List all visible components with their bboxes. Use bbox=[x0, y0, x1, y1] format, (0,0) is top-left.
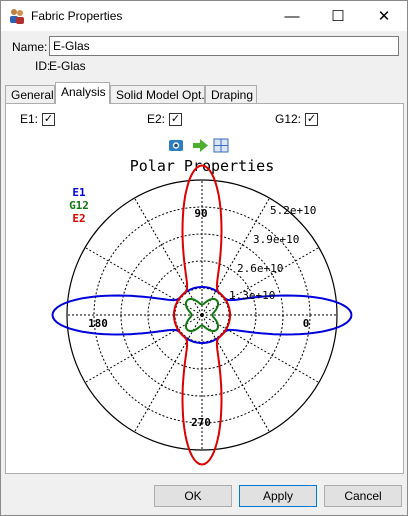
angle-label-270: 270 bbox=[191, 416, 211, 429]
polar-plot-area: Polar Properties E1 G12 E2 90 180 0 270 … bbox=[14, 134, 395, 466]
radial-label-2: 2.6e+10 bbox=[237, 262, 283, 275]
window-title: Fabric Properties bbox=[31, 9, 123, 23]
analysis-panel: E1: ✓ E2: ✓ G12: ✓ Polar Properties E1 G… bbox=[5, 103, 404, 474]
cancel-button[interactable]: Cancel bbox=[324, 485, 402, 507]
radial-label-1: 1.3e+10 bbox=[229, 289, 275, 302]
id-value: E-Glas bbox=[49, 59, 86, 73]
polar-grid bbox=[66, 179, 338, 451]
people-icon bbox=[10, 9, 24, 24]
legend-e2: E2 bbox=[72, 212, 85, 225]
title-bar: Fabric Properties — ☐ ✕ bbox=[1, 1, 407, 31]
g12-checkbox-label: G12: bbox=[275, 112, 302, 126]
angle-label-0: 0 bbox=[303, 317, 310, 330]
fit-view-icon[interactable] bbox=[213, 138, 229, 153]
radial-label-4: 5.2e+10 bbox=[270, 204, 316, 217]
angle-label-90: 90 bbox=[194, 207, 207, 220]
e1-checkbox-label: E1: bbox=[20, 112, 39, 126]
radial-label-3: 3.9e+10 bbox=[253, 233, 299, 246]
camera-icon[interactable] bbox=[169, 140, 183, 151]
g12-checkbox[interactable]: ✓ bbox=[305, 112, 319, 126]
tab-general[interactable]: General bbox=[5, 85, 55, 104]
maximize-button[interactable]: ☐ bbox=[315, 1, 361, 31]
e1-checkbox-group: E1: ✓ bbox=[20, 112, 56, 126]
minimize-button[interactable]: — bbox=[269, 1, 315, 31]
name-label: Name: bbox=[12, 40, 48, 54]
tab-draping[interactable]: Draping bbox=[205, 85, 257, 104]
ok-button[interactable]: OK bbox=[154, 485, 232, 507]
g12-checkbox-group: G12: ✓ bbox=[275, 112, 319, 126]
polar-chart: Polar Properties E1 G12 E2 90 180 0 270 … bbox=[51, 138, 353, 466]
e2-checkbox[interactable]: ✓ bbox=[169, 112, 183, 126]
e1-checkbox[interactable]: ✓ bbox=[42, 112, 56, 126]
close-button[interactable]: ✕ bbox=[361, 1, 407, 31]
e2-checkbox-group: E2: ✓ bbox=[147, 112, 183, 126]
tab-analysis[interactable]: Analysis bbox=[55, 82, 110, 104]
angle-label-180: 180 bbox=[88, 317, 108, 330]
fabric-properties-window: Fabric Properties — ☐ ✕ Name: ID: E-Glas… bbox=[0, 0, 408, 516]
legend-g12: G12 bbox=[69, 199, 89, 212]
e2-checkbox-label: E2: bbox=[147, 112, 166, 126]
green-arrow-icon[interactable] bbox=[193, 139, 208, 152]
tab-solid-model-opt[interactable]: Solid Model Opt. bbox=[110, 85, 205, 104]
legend-e1: E1 bbox=[72, 186, 86, 199]
name-field[interactable] bbox=[49, 36, 399, 56]
apply-button[interactable]: Apply bbox=[239, 485, 317, 507]
